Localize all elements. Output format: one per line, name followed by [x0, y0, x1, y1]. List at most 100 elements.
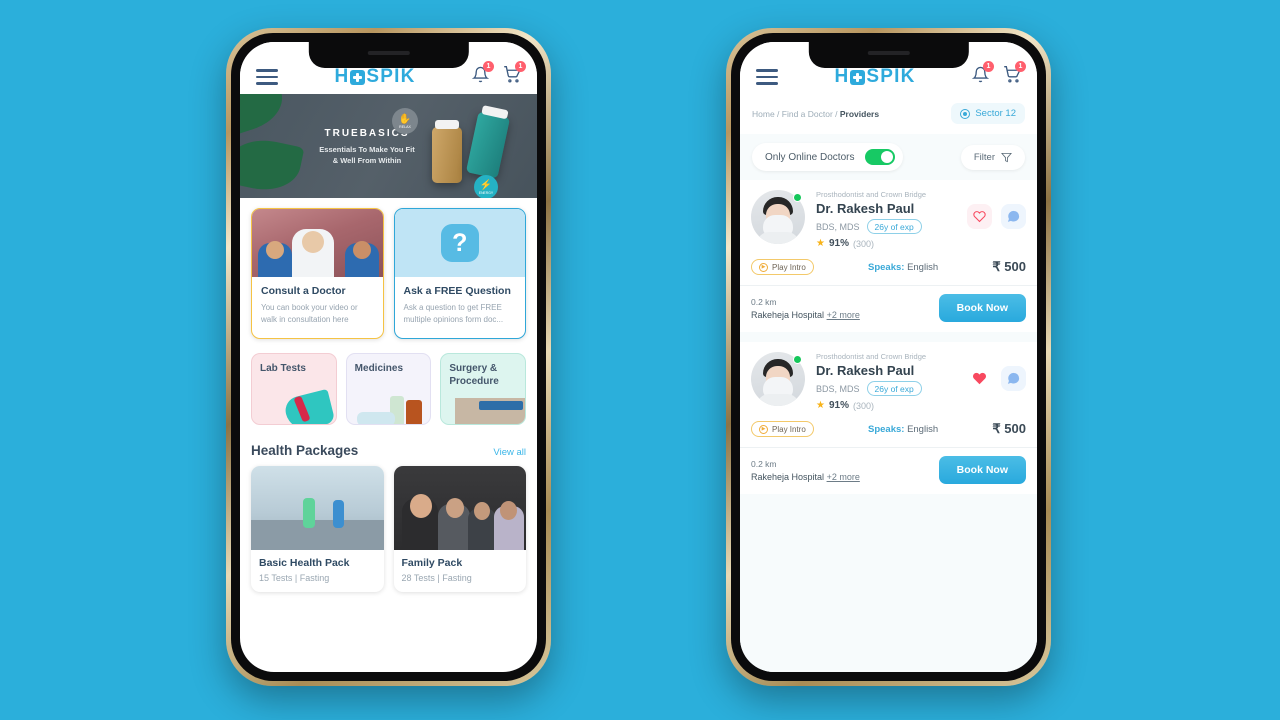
notification-badge-count: 1	[482, 61, 494, 72]
logo-text-suffix: SPIK	[866, 66, 916, 87]
package-card-row: Basic Health Pack 15 Tests | Fasting Fam…	[251, 465, 526, 592]
header-icon-group: 1 1	[971, 61, 1026, 88]
consult-doctor-card[interactable]: Consult a Doctor You can book your video…	[251, 208, 384, 339]
ask-card-title: Ask a FREE Question	[403, 285, 511, 297]
experience-badge: 26y of exp	[866, 381, 922, 396]
play-icon: ▶	[759, 262, 768, 272]
ask-question-card[interactable]: ? Ask a FREE Question Ask a question to …	[393, 208, 526, 339]
medical-cross-icon	[350, 69, 366, 85]
languages-spoken: Speaks: English	[868, 424, 938, 435]
app-screen-home: H SPIK 1 1 TRUEBASICS Essentials To Make…	[240, 42, 537, 672]
book-now-button[interactable]: Book Now	[938, 456, 1026, 484]
tile-medicines[interactable]: Medicines	[345, 352, 432, 425]
page-title: Health Packages	[251, 442, 359, 458]
distance-label: 0.2 km	[751, 458, 777, 469]
filter-bar: Only Online Doctors Filter	[740, 134, 1037, 180]
medical-cross-icon	[850, 69, 866, 85]
more-hospitals-link[interactable]: +2 more	[827, 472, 860, 482]
banner-tagline-line1: Essentials To Make You Fit	[319, 145, 415, 154]
doctors-photo	[252, 209, 383, 277]
providers-content: Home / Find a Doctor / Providers Sector …	[740, 94, 1037, 672]
book-now-button[interactable]: Book Now	[938, 294, 1026, 322]
speaks-label: Speaks:	[867, 261, 905, 273]
pills-illustration	[356, 411, 395, 424]
product-bottle-teal	[465, 105, 511, 179]
package-card-basic[interactable]: Basic Health Pack 15 Tests | Fasting	[251, 465, 384, 592]
chat-bubble-icon	[1007, 210, 1020, 222]
speaks-value: English	[907, 261, 939, 273]
funnel-icon	[1001, 152, 1012, 162]
notification-badge-count: 1	[982, 61, 994, 72]
hospital-name: Rakeheja Hospital	[751, 471, 825, 482]
online-doctors-toggle[interactable]: Only Online Doctors	[752, 143, 904, 171]
family-pack-photo	[393, 465, 526, 550]
heart-outline-icon	[973, 211, 986, 223]
chat-button[interactable]	[1001, 204, 1026, 229]
rating-percent: 91%	[828, 238, 849, 249]
feature-card-row: Consult a Doctor You can book your video…	[251, 208, 526, 339]
doctor-specialty: Prosthodontist and Crown Bridge	[816, 190, 927, 199]
breadcrumb-bar: Home / Find a Doctor / Providers Sector …	[740, 94, 1037, 134]
doctor-name: Dr. Rakesh Paul	[816, 201, 915, 216]
more-hospitals-link[interactable]: +2 more	[827, 310, 860, 320]
play-icon: ▶	[759, 424, 768, 434]
banner-tagline-line2: & Well From Within	[332, 156, 402, 166]
location-target-icon	[960, 108, 971, 119]
doctor-card[interactable]: Prosthodontist and Crown Bridge Dr. Rake…	[740, 180, 1037, 332]
tile-surgery-label: Surgery & Procedure	[449, 362, 499, 388]
doctor-specialty: Prosthodontist and Crown Bridge	[816, 352, 927, 361]
rating-percent: 91%	[828, 400, 849, 411]
filter-button[interactable]: Filter	[960, 144, 1025, 170]
hamburger-menu-icon[interactable]	[256, 65, 278, 88]
logo-text-prefix: H	[834, 66, 850, 87]
tile-surgery-procedure[interactable]: Surgery & Procedure	[440, 352, 527, 425]
logo-text-prefix: H	[334, 66, 350, 87]
chat-bubble-icon	[1007, 372, 1020, 384]
play-intro-button[interactable]: ▶ Play Intro	[751, 259, 814, 275]
heart-filled-icon	[972, 372, 987, 385]
notifications-button[interactable]: 1	[971, 61, 994, 88]
notifications-button[interactable]: 1	[471, 61, 494, 88]
doctor-card[interactable]: Prosthodontist and Crown Bridge Dr. Rake…	[740, 342, 1037, 494]
hamburger-menu-icon[interactable]	[756, 65, 778, 88]
languages-spoken: Speaks: English	[868, 262, 938, 273]
breadcrumb: Home / Find a Doctor / Providers	[752, 109, 879, 119]
rating-count: (300)	[852, 238, 874, 249]
favorite-button[interactable]	[967, 204, 992, 229]
chat-button[interactable]	[1001, 366, 1026, 391]
phone-mockup-right: H SPIK 1 1 Home / Find a Doctor / Provid…	[726, 28, 1051, 686]
speaks-label: Speaks:	[867, 423, 905, 435]
star-icon: ★	[816, 400, 825, 411]
location-chip[interactable]: Sector 12	[951, 103, 1025, 124]
category-tile-row: Lab Tests Medicines Surgery & Procedure	[251, 352, 527, 425]
header-icon-group: 1 1	[471, 61, 526, 88]
energy-icon-label: ENERGY	[478, 190, 494, 195]
view-all-link[interactable]: View all	[493, 447, 526, 458]
doctor-degree: BDS, MDS	[816, 383, 860, 394]
tile-lab-tests[interactable]: Lab Tests	[251, 352, 337, 425]
avatar	[751, 352, 805, 406]
home-content: Consult a Doctor You can book your video…	[240, 198, 537, 592]
app-screen-providers: H SPIK 1 1 Home / Find a Doctor / Provid…	[740, 42, 1037, 672]
relax-icon-circle: ✋ RELAX	[392, 108, 418, 134]
leaf-decoration	[240, 94, 290, 137]
cart-button[interactable]: 1	[1003, 61, 1026, 88]
consultation-price: ₹ 500	[992, 421, 1026, 436]
consult-card-title: Consult a Doctor	[261, 285, 346, 297]
phone-bezel: H SPIK 1	[731, 33, 1046, 681]
phone-notch	[308, 42, 469, 68]
promo-banner[interactable]: TRUEBASICS Essentials To Make You Fit & …	[240, 94, 537, 198]
avatar	[751, 190, 805, 244]
star-icon: ★	[816, 238, 825, 249]
doctor-degree: BDS, MDS	[816, 221, 860, 232]
toggle-switch[interactable]	[865, 149, 896, 165]
package-card-family[interactable]: Family Pack 28 Tests | Fasting	[393, 465, 526, 592]
favorite-button[interactable]	[967, 366, 992, 391]
online-status-indicator	[793, 355, 802, 364]
cart-button[interactable]: 1	[503, 61, 526, 88]
breadcrumb-trail[interactable]: Home / Find a Doctor /	[752, 109, 840, 119]
play-intro-button[interactable]: ▶ Play Intro	[751, 421, 814, 437]
cart-badge-count: 1	[1014, 61, 1026, 72]
question-mark-icon: ?	[440, 224, 479, 262]
phone-notch	[808, 42, 969, 68]
